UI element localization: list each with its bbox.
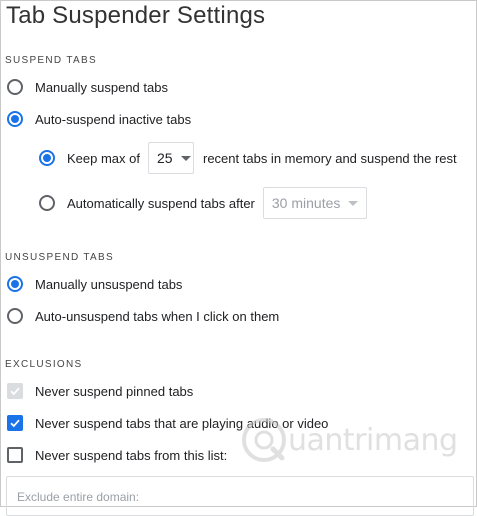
suspend-after-select[interactable]: 30 minutes	[262, 187, 367, 219]
exclusion-list-placeholder: Exclude entire domain:	[17, 490, 140, 504]
checkbox-never-suspend-pinned[interactable]: Never suspend pinned tabs	[7, 383, 193, 399]
checkmark-icon	[10, 387, 20, 396]
keep-max-select-value: 25	[157, 150, 173, 166]
radio-manual-unsuspend-control[interactable]	[7, 276, 23, 292]
section-heading-unsuspend: UNSUSPEND TABS	[5, 252, 114, 263]
chevron-down-icon	[348, 200, 359, 206]
suspend-after-select-value: 30 minutes	[271, 195, 341, 211]
radio-keep-max[interactable]: Keep max of 25 recent tabs in memory and…	[39, 142, 457, 174]
radio-auto-suspend-after[interactable]: Automatically suspend tabs after 30 minu…	[39, 187, 367, 219]
radio-auto-suspend-after-control[interactable]	[39, 195, 55, 211]
radio-keep-max-control[interactable]	[39, 150, 55, 166]
keep-max-prefix-label: Keep max of	[67, 150, 140, 166]
radio-manual-unsuspend-label: Manually unsuspend tabs	[35, 276, 183, 292]
checkbox-never-suspend-audio[interactable]: Never suspend tabs that are playing audi…	[7, 415, 328, 431]
keep-max-select[interactable]: 25	[148, 142, 194, 174]
checkbox-never-suspend-list[interactable]: Never suspend tabs from this list:	[7, 447, 227, 463]
radio-auto-unsuspend[interactable]: Auto-unsuspend tabs when I click on them	[7, 308, 279, 324]
exclusion-list-input[interactable]: Exclude entire domain:	[6, 476, 474, 516]
section-heading-exclusions: EXCLUSIONS	[5, 359, 83, 370]
radio-manual-suspend-label: Manually suspend tabs	[35, 79, 168, 95]
checkmark-icon	[10, 419, 20, 428]
chevron-down-icon	[180, 155, 191, 161]
radio-manual-suspend[interactable]: Manually suspend tabs	[7, 79, 168, 95]
radio-manual-unsuspend[interactable]: Manually unsuspend tabs	[7, 276, 182, 292]
section-heading-suspend: SUSPEND TABS	[5, 55, 97, 66]
radio-auto-suspend-label: Auto-suspend inactive tabs	[35, 111, 192, 127]
radio-auto-suspend-control[interactable]	[7, 111, 23, 127]
radio-manual-suspend-control[interactable]	[7, 79, 23, 95]
checkbox-audio-control[interactable]	[7, 415, 23, 431]
radio-auto-unsuspend-label: Auto-unsuspend tabs when I click on them	[35, 308, 280, 324]
checkbox-pinned-control[interactable]	[7, 383, 23, 399]
checkbox-audio-label: Never suspend tabs that are playing audi…	[35, 415, 329, 431]
radio-auto-unsuspend-control[interactable]	[7, 308, 23, 324]
radio-auto-suspend[interactable]: Auto-suspend inactive tabs	[7, 111, 191, 127]
keep-max-suffix-label: recent tabs in memory and suspend the re…	[203, 150, 457, 166]
checkbox-list-control[interactable]	[7, 447, 23, 463]
page-title: Tab Suspender Settings	[6, 2, 266, 29]
auto-suspend-after-label: Automatically suspend tabs after	[67, 195, 255, 211]
checkbox-pinned-label: Never suspend pinned tabs	[35, 383, 194, 399]
checkbox-list-label: Never suspend tabs from this list:	[35, 447, 228, 463]
